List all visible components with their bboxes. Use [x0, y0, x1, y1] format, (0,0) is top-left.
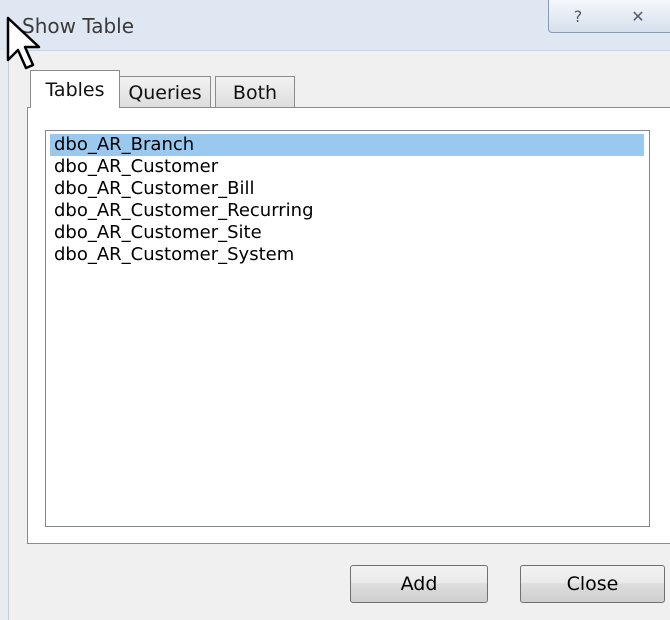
- table-list[interactable]: dbo_AR_Branch dbo_AR_Customer dbo_AR_Cus…: [45, 130, 650, 527]
- help-icon: ?: [573, 6, 583, 26]
- mouse-pointer-icon: [6, 16, 41, 70]
- tab-tables-label: Tables: [45, 78, 105, 101]
- close-window-button[interactable]: ✕: [606, 0, 670, 33]
- list-item[interactable]: dbo_AR_Customer_Bill: [50, 178, 644, 200]
- close-button[interactable]: Close: [520, 565, 665, 603]
- tab-both[interactable]: Both: [215, 76, 295, 109]
- help-button[interactable]: ?: [548, 0, 608, 33]
- list-item[interactable]: dbo_AR_Customer_Recurring: [50, 200, 644, 222]
- title-bar[interactable]: Show Table ? ✕: [0, 0, 670, 51]
- list-item[interactable]: dbo_AR_Customer_Site: [50, 222, 644, 244]
- add-button-label: Add: [400, 573, 438, 595]
- add-button[interactable]: Add: [350, 565, 488, 603]
- show-table-dialog: Show Table ? ✕ Tables Queries Both dbo_A…: [0, 0, 670, 620]
- list-item[interactable]: dbo_AR_Customer: [50, 156, 644, 178]
- list-item[interactable]: dbo_AR_Branch: [50, 134, 644, 156]
- tab-queries-label: Queries: [128, 82, 202, 104]
- close-button-label: Close: [566, 573, 619, 595]
- tab-queries[interactable]: Queries: [119, 76, 211, 109]
- window-frame-edge: [0, 50, 9, 620]
- tab-both-label: Both: [232, 82, 278, 104]
- list-item[interactable]: dbo_AR_Customer_System: [50, 244, 644, 266]
- close-icon: ✕: [631, 6, 645, 26]
